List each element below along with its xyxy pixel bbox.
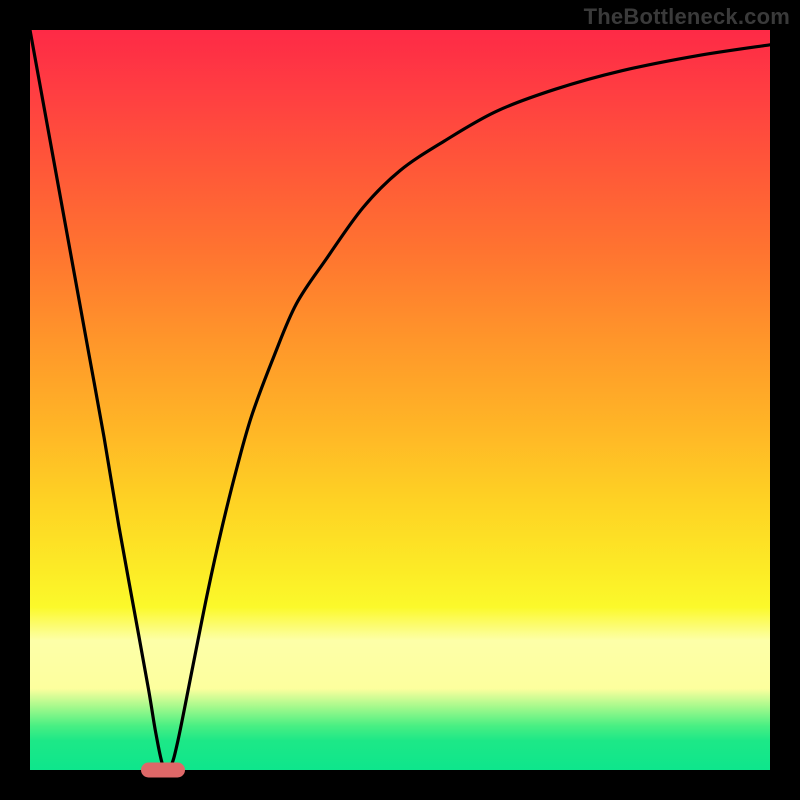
- optimal-marker: [141, 763, 185, 778]
- plot-area: [30, 30, 770, 770]
- curve-overlay: [30, 30, 770, 770]
- chart-frame: TheBottleneck.com: [0, 0, 800, 800]
- attribution-text: TheBottleneck.com: [584, 4, 790, 30]
- bottleneck-curve: [30, 30, 770, 770]
